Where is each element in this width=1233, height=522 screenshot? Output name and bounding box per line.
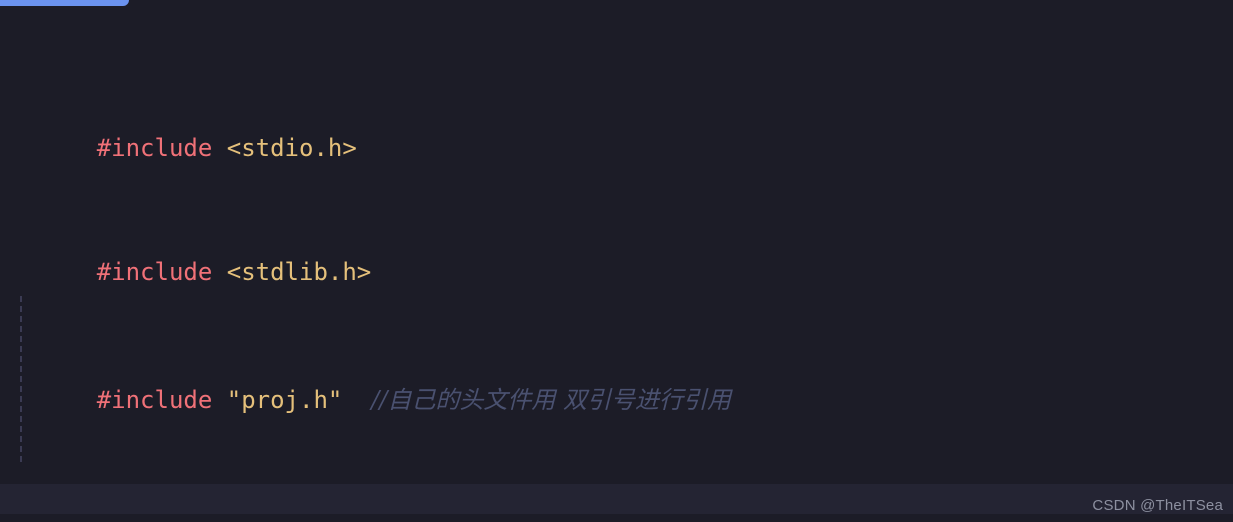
code-editor[interactable]: #include <stdio.h> #include <stdlib.h> #… [0, 0, 1233, 522]
code-line-4-blank [0, 480, 1233, 512]
code-line-2: #include <stdlib.h> [0, 224, 1233, 286]
include-header: <stdio.h> [226, 134, 357, 162]
code-line-1: #include <stdio.h> [0, 96, 1233, 162]
include-header: "proj.h" [226, 386, 343, 414]
code-content[interactable]: #include <stdio.h> #include <stdlib.h> #… [0, 0, 1233, 522]
preprocessor-directive: #include [96, 258, 213, 286]
preprocessor-directive: #include [96, 386, 213, 414]
code-line-3: #include "proj.h" //自己的头文件用 双引号进行引用 [0, 352, 1233, 414]
csdn-watermark: CSDN @TheITSea [1092, 497, 1223, 514]
preprocessor-directive: #include [96, 134, 213, 162]
inline-comment: //自己的头文件用 双引号进行引用 [371, 386, 732, 414]
include-header: <stdlib.h> [226, 258, 372, 286]
